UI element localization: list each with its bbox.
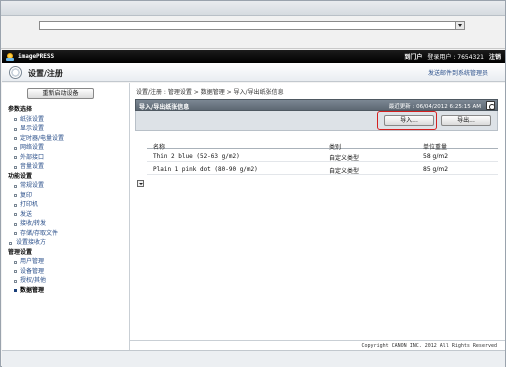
sidebar-item-network-settings[interactable]: 网络设置 [2,143,128,153]
cell-weight: 58 g/m2 [423,153,449,160]
bullet-icon [14,213,17,216]
portal-link[interactable]: 到门户 [404,52,422,61]
sidebar-item-receive-forward[interactable]: 接收/转发 [2,219,128,229]
sidebar-item-copy[interactable]: 复印 [2,191,128,201]
bullet-icon [14,279,17,283]
cell-type: 自定义类型 [329,155,360,162]
panel-title: 导入/导出纸张信息 [139,104,190,111]
login-label: 登录用户 : 7654321 [427,54,484,61]
brand-name: imagePRESS [18,53,55,60]
sidebar-item-volume-settings[interactable]: 音量设置 [2,162,128,172]
browser-window: imagePRESS 到门户 登录用户 : 7654321 注销 设置/注册 发… [0,0,506,367]
sidebar-item-license-other[interactable]: 授权/其他 [2,276,128,286]
bullet-icon [14,270,17,273]
address-bar[interactable] [39,21,465,30]
table-row[interactable]: Plain 1 pink dot (80-90 g/m2) 自定义类型 85 g… [147,162,498,175]
export-button[interactable]: 导出... [441,115,491,126]
bullet-icon [9,241,12,245]
sidebar: 重新启动设备 参数选择 纸张设置 显示设置 定时器/电量设置 网络设置 外部接口… [2,83,130,367]
sidebar-section-management: 管理设置 [8,248,33,256]
sidebar-item-display-settings[interactable]: 显示设置 [2,124,128,134]
settings-gear-icon [9,66,22,79]
sidebar-section-preferences: 参数选择 [8,106,33,113]
sidebar-item-data-management[interactable]: 数据管理 [2,286,128,296]
browser-statusbar [2,350,505,367]
breadcrumb: 设置/注册 : 管理设置 > 数据管理 > 导入/导出纸张信息 [136,89,284,96]
module-title: 设置/注册 [28,69,63,78]
brand-logo: imagePRESS [6,52,54,61]
bullet-icon [14,165,17,169]
bullet-icon [14,194,17,197]
browser-titlebar [1,1,505,16]
expand-down-icon[interactable] [137,180,144,187]
bullet-icon [14,289,17,292]
bullet-icon [14,184,17,188]
sidebar-item-store-access-files[interactable]: 存储/存取文件 [2,229,128,239]
last-updated: 最近更新 : 06/04/2012 6:25:15 AM [388,104,481,110]
brand-icon [6,52,14,61]
module-titlebar: 设置/注册 发送邮件到系统管理员 [2,63,505,82]
paper-table: 名称 类别 单位重量 Thin 2 blue (52-63 g/m2) 自定义类… [147,140,498,175]
bullet-icon [14,203,17,207]
bullet-icon [14,118,17,121]
sidebar-item-paper-settings[interactable]: 纸张设置 [2,115,128,125]
sidebar-item-set-destination[interactable]: 设置接收方 [2,238,128,248]
bullet-icon [14,146,17,150]
bullet-icon [14,260,17,264]
bullet-icon [14,127,17,131]
footer: Copyright CANON INC. 2012 All Rights Res… [130,340,505,349]
bullet-icon [14,137,17,140]
cell-name: Thin 2 blue (52-63 g/m2) [153,153,240,160]
sidebar-item-printer[interactable]: 打印机 [2,200,128,210]
sidebar-item-external-interface[interactable]: 外部接口 [2,153,128,163]
copyright-text: Copyright CANON INC. 2012 All Rights Res… [361,343,497,349]
restart-device-button[interactable]: 重新启动设备 [27,88,94,99]
address-dropdown-icon[interactable] [455,22,464,29]
bullet-icon [14,222,17,226]
cell-weight: 85 g/m2 [423,166,449,173]
table-row[interactable]: Thin 2 blue (52-63 g/m2) 自定义类型 58 g/m2 [147,149,498,162]
sidebar-item-user-management[interactable]: 用户管理 [2,257,128,267]
table-header: 名称 类别 单位重量 [147,140,498,151]
bullet-icon [14,232,17,235]
sidebar-item-device-management[interactable]: 设备管理 [2,267,128,277]
sidebar-menu: 参数选择 纸张设置 显示设置 定时器/电量设置 网络设置 外部接口 音量设置 功… [2,105,128,295]
import-button[interactable]: 导入... [384,115,434,126]
app-header: imagePRESS 到门户 登录用户 : 7654321 注销 [2,50,505,63]
cell-name: Plain 1 pink dot (80-90 g/m2) [153,166,258,173]
bullet-icon [14,156,17,159]
main-content: 设置/注册 : 管理设置 > 数据管理 > 导入/导出纸张信息 导入/导出纸张信… [130,83,505,367]
cell-type: 自定义类型 [329,168,360,175]
logout-link[interactable]: 注销 [489,52,501,61]
refresh-icon[interactable] [486,101,495,110]
sidebar-item-common-settings[interactable]: 常规设置 [2,181,128,191]
sidebar-item-send[interactable]: 发送 [2,210,128,220]
panel-toolbar: 导入... 导出... [135,111,498,131]
panel-header: 导入/导出纸张信息 最近更新 : 06/04/2012 6:25:15 AM [135,99,498,111]
email-admin-link[interactable]: 发送邮件到系统管理员 [428,68,488,77]
sidebar-item-timer-settings[interactable]: 定时器/电量设置 [2,134,128,144]
header-user-area: 到门户 登录用户 : 7654321 注销 [404,52,501,61]
sidebar-section-function-settings: 功能设置 [8,172,33,180]
